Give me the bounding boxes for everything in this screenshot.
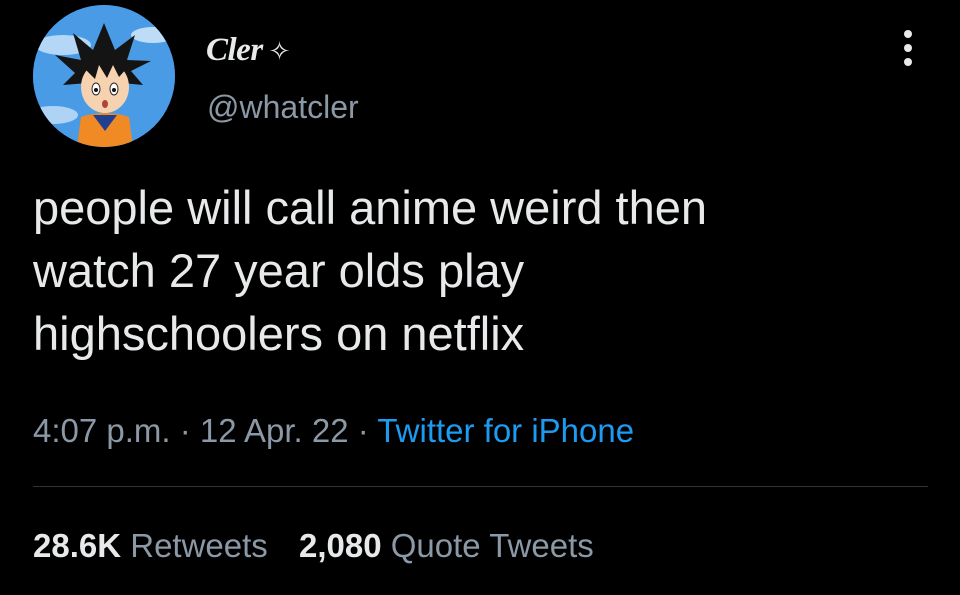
tweet-source-link[interactable]: Twitter for iPhone: [377, 412, 634, 449]
tweet-meta: 4:07 p.m. · 12 Apr. 22 · Twitter for iPh…: [33, 410, 634, 452]
avatar[interactable]: [33, 5, 175, 147]
tweet-text-line: highschoolers on netflix: [33, 307, 525, 360]
tweet-stats: 28.6K Retweets 2,080 Quote Tweets: [33, 525, 616, 567]
goku-avatar-icon: [33, 5, 175, 147]
quote-tweets-stat[interactable]: 2,080 Quote Tweets: [299, 527, 594, 564]
sparkle-icon: ✧: [268, 37, 291, 67]
meta-separator: ·: [357, 412, 369, 449]
meta-separator: ·: [179, 412, 191, 449]
tweet-card: Cler ✧ @whatcler people will call anime w…: [0, 0, 960, 595]
retweets-count: 28.6K: [33, 527, 122, 564]
more-options-button[interactable]: [890, 22, 926, 74]
tweet-text: people will call anime weird then watch …: [33, 176, 933, 365]
tweet-time[interactable]: 4:07 p.m.: [33, 412, 171, 449]
tweet-date[interactable]: 12 Apr. 22: [200, 412, 349, 449]
display-name-text: Cler: [206, 32, 263, 68]
tweet-text-line: watch 27 year olds play: [33, 244, 525, 297]
retweets-label: Retweets: [130, 527, 268, 564]
more-vertical-icon: [904, 30, 912, 66]
divider: [33, 486, 928, 487]
retweets-stat[interactable]: 28.6K Retweets: [33, 527, 268, 564]
quote-tweets-count: 2,080: [298, 527, 382, 564]
display-name[interactable]: Cler ✧: [206, 30, 290, 72]
tweet-text-line: people will call anime weird then: [33, 181, 708, 234]
user-handle[interactable]: @whatcler: [207, 87, 359, 127]
quote-tweets-label: Quote Tweets: [390, 527, 594, 564]
